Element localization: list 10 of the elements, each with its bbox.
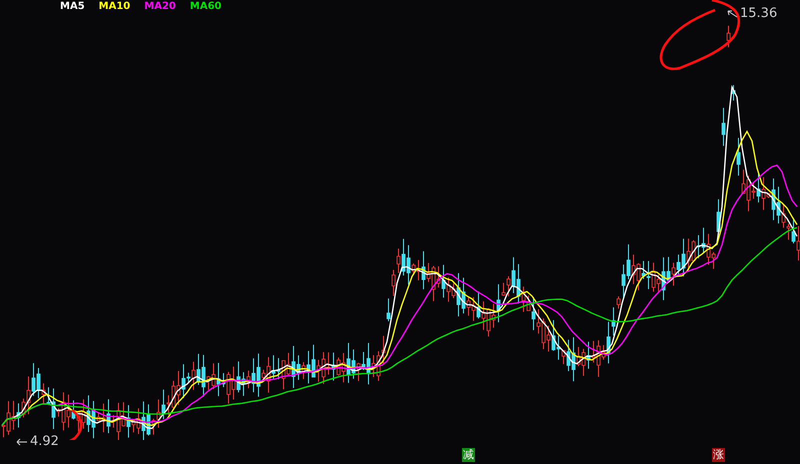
legend-label: MA10 [98, 1, 130, 14]
legend-label: MA60 [190, 1, 222, 14]
arrow-icon [726, 8, 738, 18]
legend-label: MA5 [60, 1, 85, 14]
legend-label: MA20 [144, 1, 176, 14]
price-text: 15.36 [740, 6, 778, 21]
signal-badge: 涨 [712, 448, 725, 462]
signal-badge: 减 [462, 448, 475, 462]
arrow-icon [16, 438, 28, 446]
price-text: 4.92 [30, 434, 59, 449]
